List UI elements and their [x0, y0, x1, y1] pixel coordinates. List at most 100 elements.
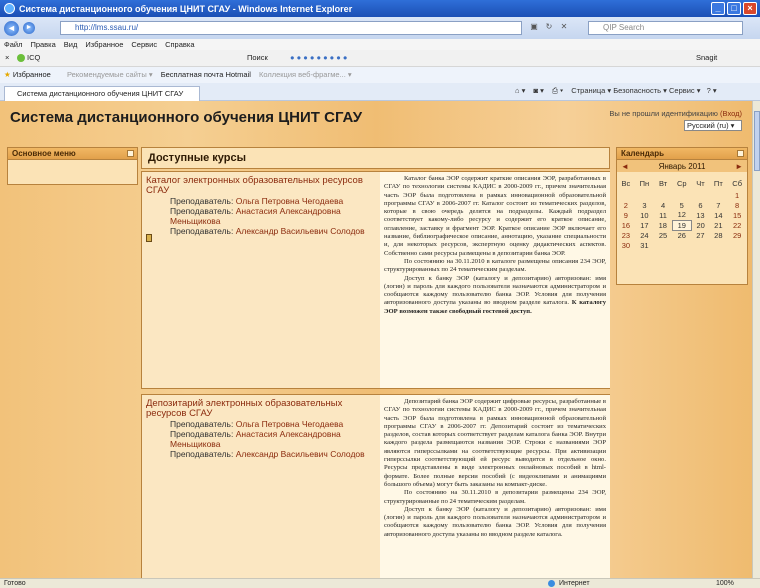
prev-month-icon[interactable]: ◄	[621, 162, 629, 171]
icq-button[interactable]: ICQ	[27, 53, 40, 62]
calendar-day[interactable]: 28	[709, 230, 727, 240]
zoom-level[interactable]: 100%	[716, 579, 734, 588]
login-text: Вы не прошли идентификацию	[609, 109, 718, 118]
menu-help[interactable]: Справка	[165, 39, 194, 50]
home-icon[interactable]: ⌂ ▾	[515, 86, 525, 95]
feeds-icon[interactable]: ◙ ▾	[533, 86, 543, 95]
calendar-day	[709, 240, 727, 250]
refresh-icon[interactable]: ↻	[543, 21, 555, 33]
forward-button[interactable]: ►	[23, 22, 35, 34]
calendar-day	[709, 190, 727, 200]
status-bar: Готово Интернет 100%	[0, 578, 760, 588]
stop-icon[interactable]: ✕	[558, 21, 570, 33]
favorites-item-webslices[interactable]: Коллекция веб-фрагме... ▾	[259, 70, 352, 79]
courses-header: Доступные курсы	[141, 147, 610, 169]
teacher-link[interactable]: Ольга Петровна Чегодаева	[236, 419, 344, 429]
calendar-day[interactable]: 31	[635, 240, 654, 250]
calendar-day[interactable]: 7	[709, 200, 727, 210]
command-bar-menus[interactable]: Страница ▾ Безопасность ▾ Сервис ▾	[571, 86, 700, 95]
teacher-link[interactable]: Александр Васильевич Солодов	[236, 226, 365, 236]
close-button[interactable]: ×	[743, 2, 757, 15]
toolbar-close-icon[interactable]: ×	[5, 53, 9, 62]
calendar-day	[635, 190, 654, 200]
calendar-day[interactable]: 22	[727, 220, 747, 230]
calendar-day[interactable]: 6	[691, 200, 709, 210]
main-menu-title: Основное меню	[12, 149, 76, 158]
calendar-day[interactable]: 2	[617, 200, 635, 210]
calendar-title: Календарь	[621, 149, 665, 158]
calendar-day[interactable]: 13	[691, 210, 709, 220]
calendar-day[interactable]: 4	[654, 200, 672, 210]
favorites-button[interactable]: Избранное	[13, 70, 51, 79]
menu-tools[interactable]: Сервис	[131, 39, 157, 50]
security-zone: Интернет	[559, 580, 590, 587]
compat-view-icon[interactable]: ▣	[528, 21, 540, 33]
menu-file[interactable]: Файл	[4, 39, 22, 50]
favorites-bar: ★ Избранное Рекомендуемые сайты ▾ Беспла…	[0, 67, 760, 83]
course-item: Каталог электронных образовательных ресу…	[141, 171, 610, 389]
calendar-day[interactable]: 30	[617, 240, 635, 250]
course-link[interactable]: Депозитарий электронных образовательных …	[146, 399, 374, 419]
course-link[interactable]: Каталог электронных образовательных ресу…	[146, 176, 374, 196]
back-button[interactable]: ◄	[4, 20, 19, 36]
calendar-day[interactable]: 10	[635, 210, 654, 220]
calendar-day	[691, 240, 709, 250]
status-text: Готово	[4, 580, 26, 587]
favorites-item-recommended[interactable]: Рекомендуемые сайты ▾	[67, 70, 153, 79]
calendar-day[interactable]: 3	[635, 200, 654, 210]
calendar-day[interactable]: 21	[709, 220, 727, 230]
teacher-line: Преподаватель: Александр Васильевич Соло…	[170, 449, 365, 459]
calendar-day[interactable]: 8	[727, 200, 747, 210]
calendar-day[interactable]: 9	[617, 210, 635, 220]
calendar-day[interactable]: 18	[654, 220, 672, 230]
calendar-day[interactable]: 17	[635, 220, 654, 230]
calendar-day[interactable]: 5	[672, 200, 691, 210]
search-input[interactable]: QIP Search	[588, 21, 743, 35]
calendar-day[interactable]: 20	[691, 220, 709, 230]
calendar-day[interactable]: 14	[709, 210, 727, 220]
vertical-scrollbar[interactable]	[752, 101, 760, 578]
snagit-button[interactable]: Snagit	[696, 53, 717, 62]
maximize-button[interactable]: □	[727, 2, 741, 15]
minimize-button[interactable]: _	[711, 2, 725, 15]
calendar-day[interactable]: 24	[635, 230, 654, 240]
calendar-day[interactable]: 29	[727, 230, 747, 240]
print-icon[interactable]: ⎙ ▾	[552, 86, 563, 95]
address-row: ◄ ► http://lms.ssau.ru/ ▣ ↻ ✕ QIP Search	[0, 17, 760, 39]
course-summary: Каталог банка ЭОР содержит краткие описа…	[380, 172, 610, 388]
calendar-day[interactable]: 25	[654, 230, 672, 240]
toolbar-search-button[interactable]: Поиск	[247, 53, 268, 62]
scrollbar-thumb[interactable]	[754, 111, 760, 171]
tab-current[interactable]: Система дистанционного обучения ЦНИТ СГА…	[4, 86, 200, 101]
teacher-line: Преподаватель: Александр Васильевич Соло…	[170, 226, 365, 236]
calendar-day[interactable]: 1	[727, 190, 747, 200]
help-icon[interactable]: ? ▾	[707, 86, 717, 95]
menu-view[interactable]: Вид	[64, 39, 78, 50]
next-month-icon[interactable]: ►	[735, 162, 743, 171]
calendar-day	[654, 190, 672, 200]
teacher-link[interactable]: Ольга Петровна Чегодаева	[236, 196, 344, 206]
calendar-day[interactable]: 11	[654, 210, 672, 220]
calendar-day[interactable]: 16	[617, 220, 635, 230]
calendar-day[interactable]: 12	[672, 210, 691, 220]
language-select[interactable]: Русский (ru) ▾	[684, 120, 742, 131]
calendar-day	[672, 190, 691, 200]
login-link[interactable]: (Вход)	[720, 109, 742, 118]
block-minimize-icon[interactable]	[737, 150, 744, 157]
calendar-week-row: 1	[617, 190, 747, 200]
address-bar[interactable]: http://lms.ssau.ru/	[60, 21, 522, 35]
favorites-item-hotmail[interactable]: Бесплатная почта Hotmail	[161, 70, 251, 79]
calendar-day[interactable]: 23	[617, 230, 635, 240]
calendar-day[interactable]: 15	[727, 210, 747, 220]
calendar-day[interactable]: 26	[672, 230, 691, 240]
calendar-week-row: 2345678	[617, 200, 747, 210]
teacher-link[interactable]: Александр Васильевич Солодов	[236, 449, 365, 459]
calendar-day[interactable]: 19	[671, 219, 692, 231]
menu-edit[interactable]: Правка	[30, 39, 55, 50]
block-minimize-icon[interactable]	[127, 150, 134, 157]
calendar-day[interactable]: 27	[691, 230, 709, 240]
page-content: Система дистанционного обучения ЦНИТ СГА…	[0, 101, 752, 578]
calendar-week-row: 30 31	[617, 240, 747, 250]
menu-favorites[interactable]: Избранное	[85, 39, 123, 50]
calendar-day	[727, 240, 747, 250]
